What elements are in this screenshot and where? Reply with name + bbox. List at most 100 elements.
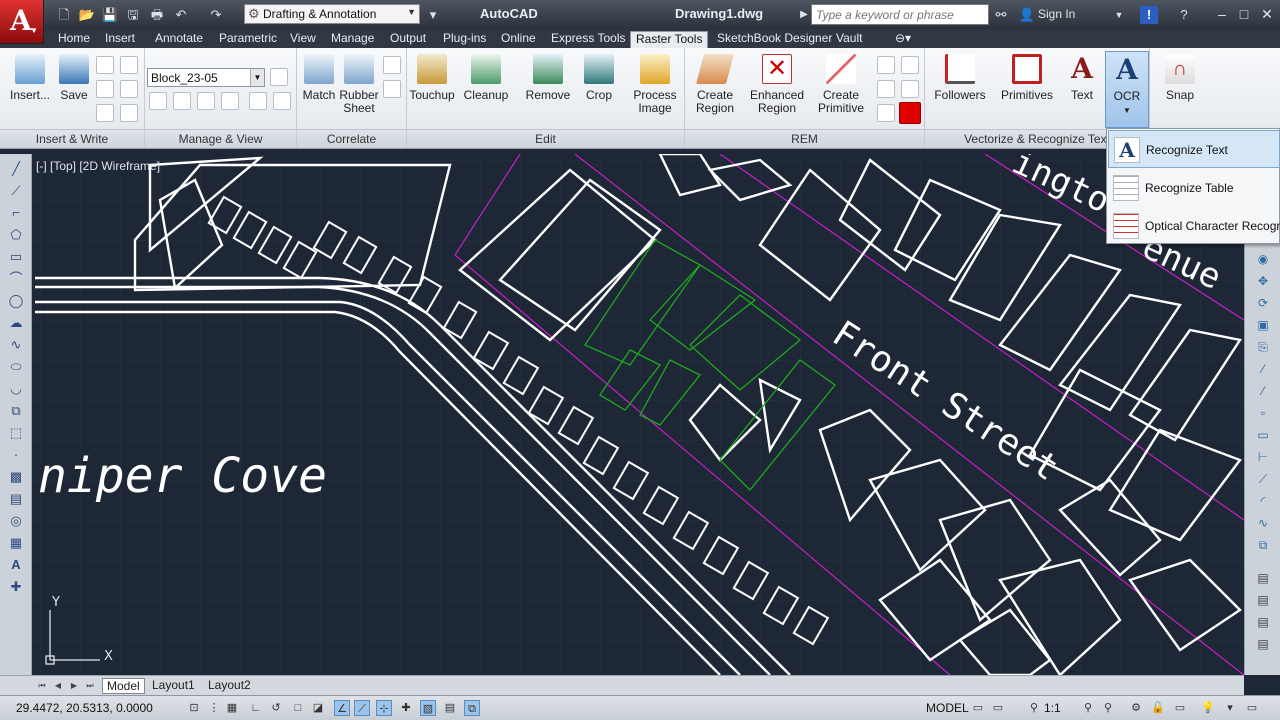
primitives-button[interactable]: Primitives [1001, 54, 1053, 102]
hardware-acceleration-icon[interactable]: ▭ [1172, 700, 1188, 716]
image-export-icon[interactable] [96, 80, 114, 98]
remove-button[interactable]: Remove [523, 54, 573, 102]
mtext-icon[interactable]: A [7, 556, 25, 574]
transform-icon[interactable] [383, 56, 401, 74]
process-image-button[interactable]: Process Image [629, 54, 681, 115]
followers-button[interactable]: Followers [933, 54, 987, 102]
layer-tool-1-icon[interactable]: ▤ [1254, 569, 1272, 587]
tab-vault[interactable]: Vault [831, 31, 867, 48]
rectangle-icon[interactable]: ▭ [7, 248, 25, 266]
modify-array-icon[interactable]: ▫ [1254, 404, 1272, 422]
pan-icon[interactable]: ✥ [1254, 272, 1272, 290]
undo-icon[interactable]: ↶ [172, 6, 190, 24]
quick-properties-icon[interactable]: ▤ [442, 700, 458, 716]
tab-annotate[interactable]: Annotate [150, 31, 208, 48]
layer-tool-4-icon[interactable]: ▤ [1254, 635, 1272, 653]
modify-mirror-icon[interactable]: ⁄ [1254, 360, 1272, 378]
save-image-button[interactable]: Save [56, 54, 92, 102]
workspace-selector[interactable]: ⚙ Drafting & Annotation ▼ [244, 4, 420, 24]
polygon-icon[interactable]: ⬠ [7, 226, 25, 244]
rem-tool-2-icon[interactable] [901, 56, 919, 74]
insert-block-icon[interactable]: ⧉ [7, 402, 25, 420]
delete-icon[interactable] [197, 92, 215, 110]
snap-mode-icon[interactable]: ⋮ [206, 700, 222, 716]
binoculars-icon[interactable]: ⚯ [992, 6, 1010, 24]
tab-express-tools[interactable]: Express Tools [546, 31, 630, 48]
construction-line-icon[interactable]: ⟋ [7, 182, 25, 200]
modify-extend-icon[interactable]: ⟋ [1254, 470, 1272, 488]
rem-tool-4-icon[interactable] [901, 80, 919, 98]
modify-move-icon[interactable]: ▭ [1254, 426, 1272, 444]
panel-label[interactable]: Edit [407, 129, 684, 148]
line-icon[interactable]: ╱ [7, 160, 25, 178]
tab-plugins[interactable]: Plug-ins [438, 31, 491, 48]
tab-sketchbook-designer[interactable]: SketchBook Designer [712, 31, 837, 48]
modify-trim-icon[interactable]: ⊢ [1254, 448, 1272, 466]
create-region-button[interactable]: Create Region [691, 54, 739, 115]
image-save-as-icon[interactable] [96, 104, 114, 122]
crop-button[interactable]: Crop [583, 54, 615, 102]
color-swatch[interactable] [899, 102, 921, 124]
panel-label[interactable]: REM [685, 129, 924, 148]
create-primitive-button[interactable]: Create Primitive [815, 54, 867, 115]
point-icon[interactable]: · [7, 446, 25, 464]
table-icon[interactable]: ▦ [7, 534, 25, 552]
polar-icon[interactable]: ↺ [268, 700, 284, 716]
panel-label[interactable]: Manage & View [145, 129, 296, 148]
help-icon[interactable]: ? [1175, 6, 1193, 24]
tab-layout2[interactable]: Layout2 [204, 678, 255, 694]
layer-icon[interactable] [249, 92, 267, 110]
osnap-icon[interactable]: □ [290, 700, 306, 716]
ribbon-toggle-icon[interactable]: ⊖▾ [890, 31, 916, 48]
image-manager-icon[interactable] [270, 68, 288, 86]
ellipse-arc-icon[interactable]: ◡ [7, 380, 25, 398]
orbit-icon[interactable]: ⟳ [1254, 294, 1272, 312]
ortho-icon[interactable]: ∟ [248, 700, 264, 716]
close-button[interactable]: ✕ [1257, 4, 1277, 24]
spline-icon[interactable]: ∿ [7, 336, 25, 354]
zoom-icon[interactable] [149, 92, 167, 110]
signin-dropdown-icon[interactable]: ▼ [1110, 6, 1128, 24]
region-icon[interactable]: ◎ [7, 512, 25, 530]
coordinate-readout[interactable]: 29.4472, 20.5313, 0.0000 [16, 701, 153, 715]
image-quality-icon[interactable] [120, 80, 138, 98]
ellipse-icon[interactable]: ⬭ [7, 358, 25, 376]
dyn-icon[interactable]: ⊹ [376, 700, 392, 716]
rubber-sheet-button[interactable]: Rubber Sheet [339, 54, 379, 115]
save-icon[interactable]: 💾 [101, 6, 119, 24]
search-input[interactable]: Type a keyword or phrase [811, 4, 989, 25]
touchup-button[interactable]: Touchup [409, 54, 455, 102]
cleanup-button[interactable]: Cleanup [461, 54, 511, 102]
annotation-scale[interactable]: 1:1 [1044, 701, 1061, 715]
clean-screen-icon[interactable]: ▭ [1244, 700, 1260, 716]
tab-raster-tools[interactable]: Raster Tools [630, 31, 709, 48]
qat-dropdown-icon[interactable]: ▾ [424, 6, 442, 24]
gradient-icon[interactable]: ▤ [7, 490, 25, 508]
status-menu-icon[interactable]: ▾ [1222, 700, 1238, 716]
rem-tool-5-icon[interactable] [877, 104, 895, 122]
quick-view-drawings-icon[interactable]: ▭ [990, 700, 1006, 716]
first-tab-icon[interactable]: ⏮ [36, 679, 48, 692]
add-selected-icon[interactable]: ✚ [7, 578, 25, 596]
image-frame-icon[interactable] [96, 56, 114, 74]
last-tab-icon[interactable]: ⏭ [84, 679, 96, 692]
exchange-icon[interactable]: ! [1140, 6, 1158, 24]
plot-icon[interactable]: 🖶 [148, 6, 166, 24]
workspace-switch-icon[interactable]: ⚙ [1128, 700, 1144, 716]
merge-icon[interactable] [273, 92, 291, 110]
otrack-icon[interactable]: ∠ [334, 700, 350, 716]
modify-explode-icon[interactable]: ∿ [1254, 514, 1272, 532]
snap-button[interactable]: ∩ Snap [1162, 54, 1198, 102]
check-icon[interactable] [173, 92, 191, 110]
tab-layout1[interactable]: Layout1 [148, 678, 199, 694]
image-insert-icon[interactable] [120, 56, 138, 74]
insert-button[interactable]: Insert... [8, 54, 52, 102]
rem-tool-1-icon[interactable] [877, 56, 895, 74]
tab-model[interactable]: Model [102, 678, 145, 694]
modify-stretch-icon[interactable]: ⧉ [1254, 536, 1272, 554]
tab-output[interactable]: Output [385, 31, 431, 48]
tab-home[interactable]: Home [53, 31, 95, 48]
prev-tab-icon[interactable]: ◀ [52, 679, 64, 692]
layer-tool-2-icon[interactable]: ▤ [1254, 591, 1272, 609]
revcloud-icon[interactable]: ☁ [7, 314, 25, 332]
